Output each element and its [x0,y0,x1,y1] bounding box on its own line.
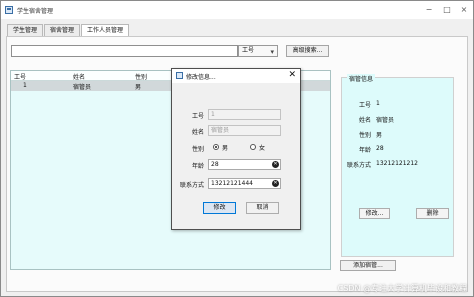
info-value-id: 1 [376,100,380,107]
info-value-name: 宿管员 [376,117,395,124]
dialog-age-value: 28 [211,161,219,168]
info-value-age: 28 [376,145,384,152]
info-label-age: 年龄 [358,147,371,154]
table-header-id: 工号 [14,74,27,81]
dialog-cancel-button[interactable]: 取消 [246,202,279,214]
gender-female-radio[interactable] [250,144,256,150]
dialog-label-gender: 性别 [191,146,204,153]
dialog-contact-value: 13212121444 [211,180,253,187]
info-row-id: 工号 1 [342,100,452,109]
maximize-icon[interactable]: □ [442,5,452,15]
chevron-down-icon: ▾ [270,48,274,56]
table-cell-id: 1 [23,82,27,89]
close-icon[interactable]: × [459,5,469,15]
dialog-label-age: 年龄 [191,163,204,170]
dialog-label-contact: 联系方式 [179,182,204,189]
window-title: 学生宿舍管理 [17,8,54,15]
info-row-contact: 联系方式 13212121212 [342,160,452,169]
tab-bar: 学生管理 宿舍管理 工作人员管理 [7,24,130,37]
info-row-gender: 性别 男 [342,130,452,139]
info-edit-button[interactable]: 修改... [359,208,390,219]
gender-male-label: 男 [222,145,229,152]
add-staff-button[interactable]: 添加宿管... [340,260,396,271]
staff-info-panel: 宿管信息 工号 1 姓名 宿管员 性别 男 年龄 28 联系方式 1321212… [341,74,454,257]
info-label-contact: 联系方式 [346,162,371,169]
advanced-search-button[interactable]: 高级搜索... [286,45,329,57]
clear-age-icon[interactable]: ✕ [272,161,279,168]
watermark-text: CSDN @专注大学计算机毕设和教程 [337,284,467,293]
search-field-select[interactable]: 工号 ▾ [238,45,278,57]
dialog-label-id: 工号 [191,113,204,120]
info-delete-button[interactable]: 删除 [416,208,449,219]
tab-student-management[interactable]: 学生管理 [7,24,44,36]
dialog-app-icon [176,72,183,79]
dialog-close-icon[interactable]: ✕ [288,70,296,80]
info-row-name: 姓名 宿管员 [342,115,452,124]
window-titlebar: 学生宿舍管理 − □ × [1,1,473,19]
edit-info-dialog: 修改信息... ✕ 工号 1 姓名 宿管员 性别 男 女 年龄 28 ✕ 联系方… [171,68,301,230]
info-value-contact: 13212121212 [376,160,418,167]
dialog-age-field[interactable]: 28 ✕ [208,159,281,170]
dialog-edit-button[interactable]: 修改 [203,202,236,214]
table-header-name: 姓名 [73,74,86,81]
dialog-id-field[interactable]: 1 [208,109,281,120]
app-icon [5,6,13,14]
info-label-id: 工号 [358,102,371,109]
table-cell-name: 宿管员 [73,84,92,91]
table-cell-gender: 男 [135,84,142,91]
info-panel-title: 宿管信息 [347,74,376,83]
info-row-age: 年龄 28 [342,145,452,154]
table-header-gender: 性别 [135,74,148,81]
search-input[interactable] [11,45,238,57]
info-label-gender: 性别 [358,132,371,139]
info-value-gender: 男 [376,132,383,139]
minimize-icon[interactable]: − [424,5,434,15]
tab-dorm-management[interactable]: 宿舍管理 [44,24,81,36]
dialog-contact-field[interactable]: 13212121444 ✕ [208,178,281,189]
search-field-select-value: 工号 [242,47,255,54]
dialog-name-field[interactable]: 宿管员 [208,125,281,136]
dialog-titlebar: 修改信息... ✕ [172,69,300,83]
gender-male-radio[interactable] [213,144,219,150]
dialog-title: 修改信息... [186,74,216,81]
clear-contact-icon[interactable]: ✕ [272,180,279,187]
dialog-label-name: 姓名 [191,129,204,136]
gender-female-label: 女 [259,145,266,152]
info-label-name: 姓名 [358,117,371,124]
